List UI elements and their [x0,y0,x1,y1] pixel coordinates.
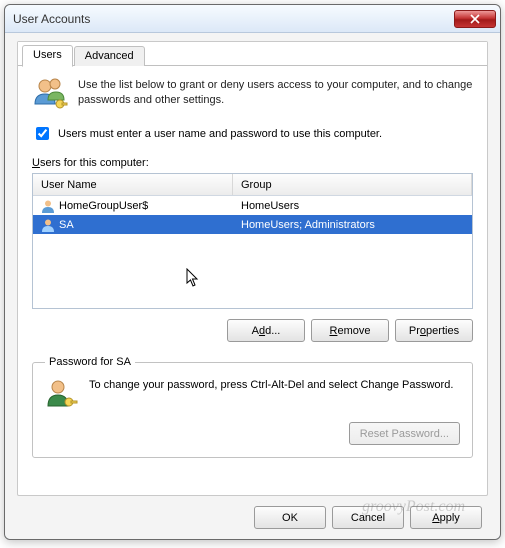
listview-header: User Name Group [33,174,472,196]
cell-group: HomeUsers [241,200,299,212]
close-button[interactable] [454,10,496,28]
properties-button[interactable]: Properties [395,319,473,342]
require-password-label: Users must enter a user name and passwor… [58,128,382,140]
tab-advanced[interactable]: Advanced [74,46,145,66]
user-accounts-dialog: User Accounts Users Advanced [4,4,501,540]
apply-button[interactable]: Apply [410,506,482,529]
tab-users[interactable]: Users [22,45,73,67]
password-text: To change your password, press Ctrl-Alt-… [89,378,460,393]
col-header-username[interactable]: User Name [33,174,233,195]
reset-password-button: Reset Password... [349,422,460,445]
user-icon [41,199,55,213]
dialog-content: Users Advanced Use the list below to gra… [5,33,500,539]
titlebar: User Accounts [5,5,500,33]
users-list-label: Users for this computer: [32,157,473,169]
users-listview[interactable]: User Name Group HomeGroupUser$ HomeUsers [32,173,473,309]
tab-body-users: Use the list below to grant or deny user… [18,66,487,495]
instruction-row: Use the list below to grant or deny user… [32,76,473,112]
add-button[interactable]: Add... [227,319,305,342]
col-header-group[interactable]: Group [233,174,472,195]
remove-button[interactable]: Remove [311,319,389,342]
users-keys-icon [32,76,68,112]
table-row[interactable]: HomeGroupUser$ HomeUsers [33,196,472,215]
dialog-footer: OK Cancel Apply [17,496,488,529]
close-icon [470,14,480,24]
password-groupbox: Password for SA To change your password,… [32,356,473,458]
cell-username: SA [59,219,74,231]
cell-username: HomeGroupUser$ [59,200,148,212]
ok-button[interactable]: OK [254,506,326,529]
require-password-row: Users must enter a user name and passwor… [32,124,473,143]
user-icon [41,218,55,232]
window-title: User Accounts [13,12,454,26]
instruction-text: Use the list below to grant or deny user… [78,76,473,112]
cell-group: HomeUsers; Administrators [241,219,375,231]
password-legend: Password for SA [45,356,135,368]
user-buttons-row: Add... Remove Properties [32,319,473,342]
inner-panel: Users Advanced Use the list below to gra… [17,41,488,496]
user-key-icon [45,378,79,412]
tabstrip: Users Advanced [18,42,487,66]
require-password-checkbox[interactable] [36,127,49,140]
table-row[interactable]: SA HomeUsers; Administrators [33,215,472,234]
cancel-button[interactable]: Cancel [332,506,404,529]
